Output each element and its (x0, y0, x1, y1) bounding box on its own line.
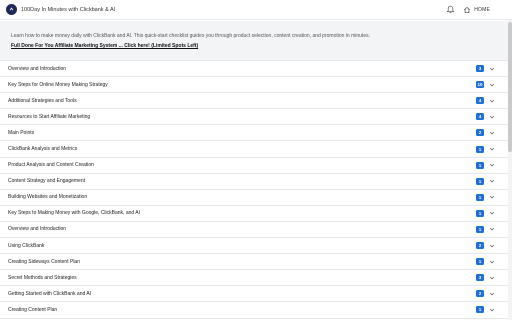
module-title: Creating Content Plan (8, 306, 58, 313)
lesson-count-badge: 1 (476, 258, 484, 266)
module-row[interactable]: Additional Strategies and Tools 4 (0, 93, 508, 110)
home-label: HOME (474, 6, 490, 13)
app-title: 100Day In Minutes with Clickbank & AI (21, 6, 116, 13)
lesson-count-badge: 10 (476, 81, 484, 89)
chevron-down-icon[interactable] (489, 307, 495, 313)
module-row[interactable]: Content Strategy and Engagement 1 (0, 174, 508, 190)
module-title: Creating Sideways Content Plan (8, 258, 80, 265)
module-row[interactable]: ClickBank Analysis and Metrics 1 (0, 141, 508, 158)
module-row[interactable]: Using ClickBank 2 (0, 238, 508, 255)
lesson-count-badge: 2 (476, 290, 484, 298)
module-row[interactable]: Resources to Start Affiliate Marketing 4 (0, 109, 508, 126)
lesson-count-badge: 2 (476, 129, 484, 137)
chevron-down-icon[interactable] (489, 114, 495, 120)
lesson-count-badge: 3 (476, 65, 484, 73)
module-row[interactable]: Main Points 2 (0, 125, 508, 142)
chevron-down-icon[interactable] (489, 130, 495, 136)
module-list: Overview and Introduction 3 Key Steps for … (0, 61, 508, 319)
lesson-count-badge: 3 (476, 274, 484, 282)
module-row[interactable]: Building Websites and Monetization 1 (0, 190, 508, 206)
chevron-down-icon[interactable] (489, 194, 495, 200)
chevron-down-icon[interactable] (489, 98, 495, 104)
module-row[interactable]: Secret Methods and Strategies 3 (0, 270, 508, 287)
module-title: ClickBank Analysis and Metrics (8, 146, 78, 153)
affiliate-system-link[interactable]: Full Done For You Affiliate Marketing Sy… (11, 43, 508, 49)
chevron-down-icon[interactable] (489, 291, 495, 297)
module-title: Product Analysis and Content Creation (8, 162, 94, 169)
notifications-bell-icon[interactable] (445, 5, 455, 15)
module-title: Key Steps for Online Money Making Strate… (8, 81, 108, 88)
chevron-down-icon[interactable] (489, 226, 495, 232)
chevron-down-icon[interactable] (489, 259, 495, 265)
module-row[interactable]: Creating Content Plan 1 (0, 302, 508, 319)
intro-description: Learn how to make money daily with Click… (11, 33, 370, 39)
lesson-count-badge: 1 (476, 225, 484, 233)
home-icon (464, 6, 471, 13)
lesson-count-badge: 4 (476, 97, 484, 105)
lesson-count-badge: 2 (476, 242, 484, 250)
module-title: Getting Started with ClickBank and AI (8, 290, 92, 297)
module-row[interactable]: Product Analysis and Content Creation 1 (0, 158, 508, 174)
chevron-down-icon[interactable] (489, 162, 495, 168)
module-row[interactable]: Overview and Introduction 1 (0, 222, 508, 239)
intro-panel: Learn how to make money daily with Click… (0, 21, 508, 61)
lesson-count-badge: 4 (476, 113, 484, 121)
lesson-count-badge: 1 (476, 177, 484, 185)
home-link[interactable]: HOME (463, 6, 490, 14)
chevron-down-icon[interactable] (489, 243, 495, 249)
lesson-count-badge: 1 (476, 209, 484, 217)
chevron-down-icon[interactable] (489, 210, 495, 216)
module-title: Content Strategy and Engagement (8, 178, 85, 185)
top-bar: 100Day In Minutes with Clickbank & AI HO… (0, 0, 512, 20)
module-title: Overview and Introduction (8, 65, 67, 72)
module-title: Building Websites and Monetization (8, 194, 88, 201)
lesson-count-badge: 1 (476, 306, 484, 314)
module-title: Secret Methods and Strategies (8, 274, 77, 281)
lesson-count-badge: 1 (476, 161, 484, 169)
module-title: Overview and Introduction (8, 226, 67, 233)
lesson-count-badge: 1 (476, 145, 484, 153)
lesson-count-badge: 1 (476, 193, 484, 201)
module-title: Main Points (8, 129, 35, 136)
module-row[interactable]: Overview and Introduction 3 (0, 61, 508, 78)
module-title: Additional Strategies and Tools (8, 97, 77, 104)
chevron-down-icon[interactable] (489, 66, 495, 72)
scrollbar-thumb[interactable] (508, 22, 512, 152)
module-title: Using ClickBank (8, 242, 45, 249)
module-row[interactable]: Getting Started with ClickBank and AI 2 (0, 286, 508, 303)
app-logo[interactable] (6, 4, 17, 15)
chevron-down-icon[interactable] (489, 146, 495, 152)
module-title: Key Steps to Making Money with Google, C… (8, 210, 141, 217)
module-title: Resources to Start Affiliate Marketing (8, 113, 91, 120)
module-row[interactable]: Key Steps for Online Money Making Strate… (0, 77, 508, 94)
module-row[interactable]: Creating Sideways Content Plan 1 (0, 254, 508, 271)
chevron-down-icon[interactable] (489, 82, 495, 88)
chevron-down-icon[interactable] (489, 178, 495, 184)
module-row[interactable]: Key Steps to Making Money with Google, C… (0, 206, 508, 222)
chevron-down-icon[interactable] (489, 275, 495, 281)
logo-icon (9, 7, 14, 11)
